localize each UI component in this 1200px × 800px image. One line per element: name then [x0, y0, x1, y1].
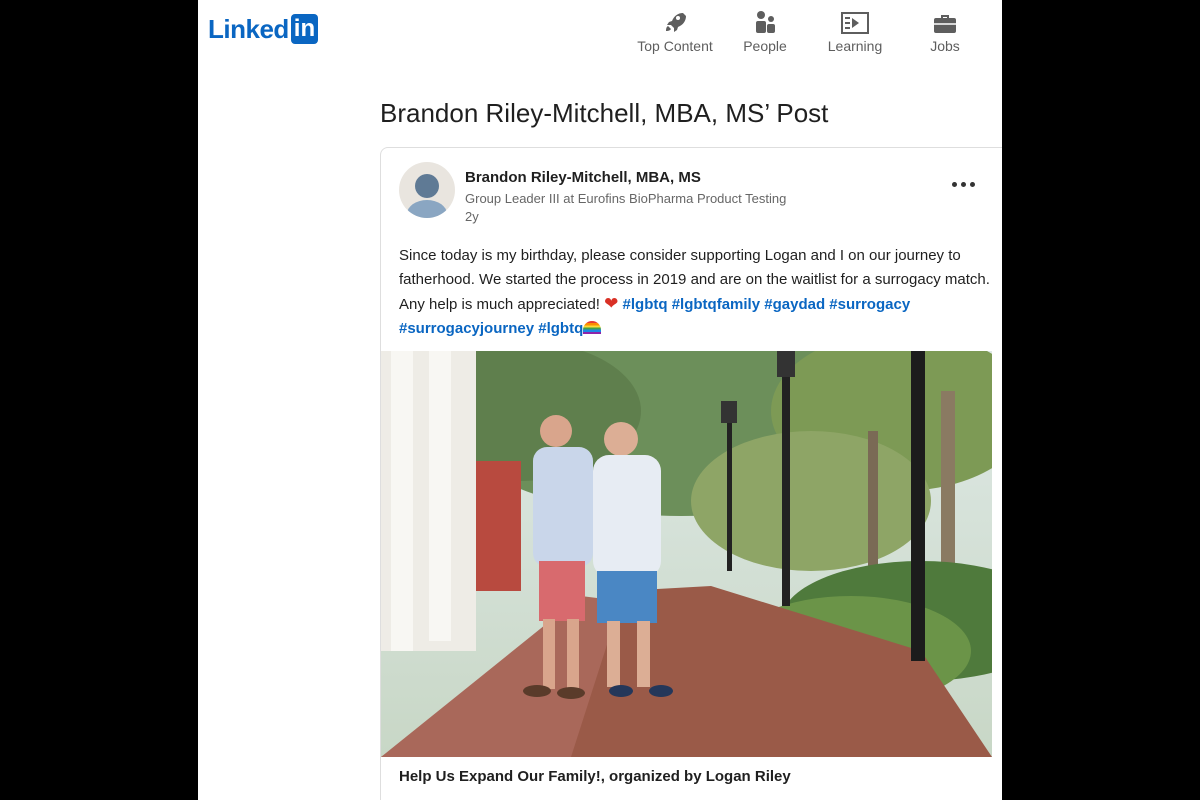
logo-box: in: [290, 14, 319, 44]
learning-icon: [841, 6, 869, 34]
page: Linked in Top Content People Learning Jo…: [198, 0, 1002, 800]
post-age: 2y: [465, 209, 479, 224]
nav-label: Learning: [827, 38, 883, 54]
page-title: Brandon Riley-Mitchell, MBA, MS’ Post: [380, 98, 829, 128]
rocket-icon: [663, 6, 687, 34]
hashtag-link[interactable]: #surrogacy: [829, 296, 910, 313]
nav-label: Top Content: [637, 38, 713, 54]
nav-label: People: [743, 38, 787, 54]
nav-learning[interactable]: Learning: [810, 6, 900, 54]
avatar[interactable]: [399, 162, 455, 218]
dot-icon: [969, 181, 975, 187]
post-card: Brandon Riley-Mitchell, MBA, MS Group Le…: [380, 147, 1002, 800]
nav-jobs[interactable]: Jobs: [900, 6, 990, 54]
linkedin-logo[interactable]: Linked in: [208, 14, 319, 44]
post-photo[interactable]: [381, 351, 992, 757]
fundraiser-link[interactable]: Help Us Expand Our Family!, organized by…: [399, 768, 791, 785]
top-nav: Top Content People Learning Jobs: [630, 6, 990, 54]
hashtag-link[interactable]: #surrogacyjourney: [399, 320, 534, 337]
hashtag-link[interactable]: #lgbtqfamily: [672, 296, 760, 313]
people-icon: [753, 6, 777, 34]
heart-icon: ❤: [604, 294, 619, 313]
hashtag-link[interactable]: #gaydad: [764, 296, 825, 313]
post-body: Since today is my birthday, please consi…: [399, 244, 999, 341]
briefcase-icon: [933, 6, 957, 34]
dot-icon: [960, 181, 966, 187]
hashtag-link[interactable]: #lgbtq: [623, 296, 668, 313]
rainbow-icon: [583, 321, 602, 334]
nav-top-content[interactable]: Top Content: [630, 6, 720, 54]
nav-label: Jobs: [930, 38, 960, 54]
more-options-button[interactable]: [941, 170, 985, 198]
author-name[interactable]: Brandon Riley-Mitchell, MBA, MS: [465, 169, 701, 186]
hashtag-link[interactable]: #lgbtq: [538, 320, 583, 337]
author-title: Group Leader III at Eurofins BioPharma P…: [465, 191, 787, 206]
nav-people[interactable]: People: [720, 6, 810, 54]
dot-icon: [951, 181, 957, 187]
logo-text: Linked: [208, 14, 289, 44]
